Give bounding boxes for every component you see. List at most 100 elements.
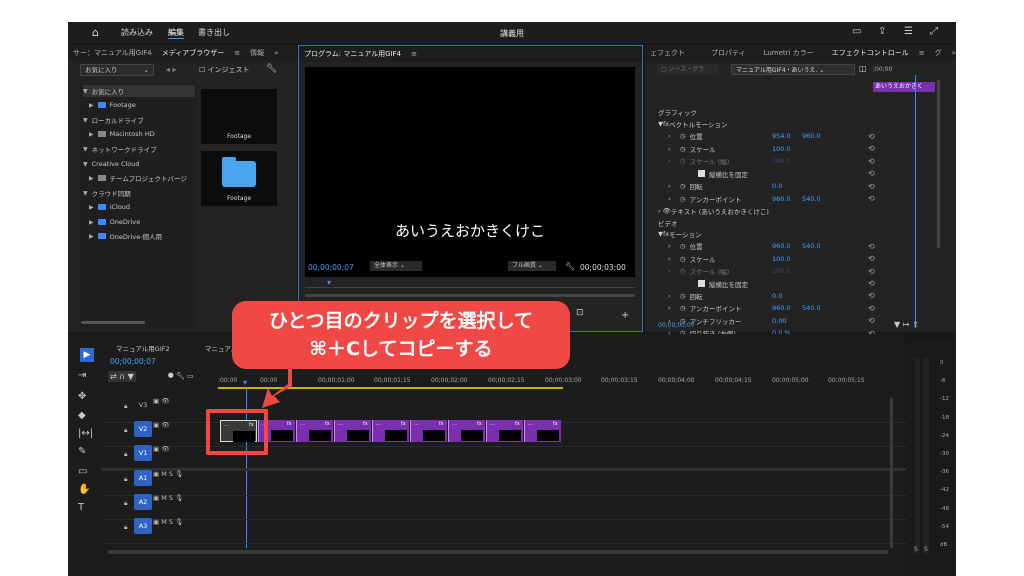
panel-toggle-icon[interactable]: ◫: [859, 64, 867, 73]
lock-icon[interactable]: 🔒︎: [124, 426, 127, 435]
prop-row[interactable]: 縦横比を固定 ⟲: [668, 168, 948, 180]
solo-right[interactable]: S: [924, 546, 928, 553]
tab-media-browser[interactable]: メディアブラウザー: [157, 48, 230, 58]
tree-item-macintosh[interactable]: ▶ Macintosh HD: [89, 128, 155, 140]
tree-item-icloud[interactable]: ▶ iCloud: [89, 201, 130, 213]
wrench-icon[interactable]: 🔧︎: [266, 64, 277, 74]
track-label-v2[interactable]: V2: [134, 421, 152, 437]
mic-icon[interactable]: 🎙︎: [175, 518, 183, 526]
reset-icon[interactable]: ⟲: [868, 304, 875, 313]
tree-item-local[interactable]: ▼ ローカルドライブ: [83, 114, 144, 126]
settings-icon[interactable]: ☰: [904, 26, 913, 37]
effect-text-layer[interactable]: › 👁︎ テキスト (あいうえおかきくけこ): [658, 205, 769, 216]
stopwatch-icon[interactable]: ◷: [680, 267, 686, 275]
selection-tool-icon[interactable]: ▶: [80, 348, 94, 362]
track-row-a2[interactable]: [102, 496, 952, 520]
stopwatch-icon[interactable]: ◷: [680, 132, 686, 140]
reset-icon[interactable]: ⟲: [868, 267, 875, 276]
source-selector[interactable]: ▢ ソース・グラ.: [657, 64, 719, 75]
prop-row[interactable]: › ◷ スケール 100.0 ⟲: [668, 143, 948, 155]
type-tool-icon[interactable]: T: [78, 502, 84, 513]
tree-item-favorites[interactable]: ▼ お気に入り: [83, 85, 195, 97]
tree-scrollbar[interactable]: [81, 321, 145, 324]
lock-icon[interactable]: 🔒︎: [124, 475, 127, 484]
reset-icon[interactable]: ⟲: [868, 316, 875, 325]
lock-icon[interactable]: 🔒︎: [124, 402, 127, 411]
back-arrow-icon[interactable]: ◂ ▸: [166, 65, 177, 74]
tab-lumetri[interactable]: Lumetri カラー: [759, 48, 819, 58]
stopwatch-icon[interactable]: ◷: [680, 182, 686, 190]
stopwatch-icon[interactable]: ◷: [680, 255, 686, 263]
reset-icon[interactable]: ⟲: [868, 144, 875, 153]
tab-project[interactable]: サー：マニュアル用GIF4: [68, 48, 157, 58]
panel-icon[interactable]: ▭: [852, 26, 861, 37]
tree-item-footage[interactable]: ▶ Footage: [89, 99, 136, 111]
tab-menu-icon[interactable]: ≡: [406, 50, 422, 58]
tab-info[interactable]: 情報: [245, 48, 269, 58]
prop-row[interactable]: › ◷ 位置 954.0 960.0 ⟲: [668, 130, 948, 142]
reset-icon[interactable]: ⟲: [868, 169, 875, 178]
effect-motion[interactable]: ▼ fx モーション: [658, 228, 702, 239]
clip[interactable]: … fx: [296, 420, 333, 442]
favorites-dropdown[interactable]: お気に入り ⌄: [80, 64, 154, 76]
mic-icon[interactable]: 🎙︎: [175, 470, 183, 478]
tab-effects[interactable]: ェフェクト: [645, 48, 690, 58]
audio-track-controls[interactable]: ▣ M S 🎙︎: [153, 470, 183, 478]
wrench-icon[interactable]: 🔧︎: [565, 262, 575, 271]
prop-row[interactable]: › ◷ スケール (幅) 100.0 ⟲: [668, 265, 948, 277]
prop-row[interactable]: › ◷ スケール (幅) 100.0 ⟲: [668, 155, 948, 167]
track-row-a3[interactable]: [102, 520, 952, 544]
track-label-v1[interactable]: V1: [134, 445, 152, 461]
tab-properties[interactable]: プロパティ: [706, 48, 751, 58]
effect-vector-motion[interactable]: ▼ fx ベクトルモーション: [658, 118, 728, 129]
eye-icon[interactable]: ▣ 👁︎: [153, 421, 169, 429]
stopwatch-icon[interactable]: ◷: [680, 145, 686, 153]
prop-row[interactable]: › ◷ 位置 960.0 540.0 ⟲: [668, 240, 948, 252]
eye-icon[interactable]: ▣ 👁︎: [153, 445, 169, 453]
quality-dropdown[interactable]: フル画質 ⌄: [508, 261, 556, 271]
tab-program[interactable]: プログラム: マニュアル用GIF4: [299, 49, 406, 59]
filter-icon[interactable]: ▼ ↦ ⇪: [894, 320, 919, 329]
checkbox-icon[interactable]: [698, 170, 705, 177]
lock-icon[interactable]: 🔒︎: [124, 450, 127, 459]
tab-effect-controls[interactable]: エフェクトコントロール: [827, 48, 914, 58]
tree-item-onedrive[interactable]: ▶ OneDrive: [89, 216, 140, 228]
program-video-frame[interactable]: [305, 67, 635, 277]
prop-row[interactable]: › ◷ アンカーポイント 960.0 540.0 ⟲: [668, 193, 948, 205]
stopwatch-icon[interactable]: ◷: [680, 242, 686, 250]
solo-button[interactable]: S: [169, 470, 173, 478]
clip[interactable]: … fx: [372, 420, 409, 442]
ripple-edit-icon[interactable]: ✥: [78, 391, 86, 402]
solo-button[interactable]: S: [169, 518, 173, 526]
share-icon[interactable]: ⇪: [878, 26, 886, 37]
marker-icon[interactable]: ⯃ 🔧︎ ▭: [168, 372, 194, 381]
ingest-checkbox[interactable]: ☐ インジェスト: [199, 65, 250, 75]
tab-graphics[interactable]: グ: [930, 48, 947, 58]
checkbox-icon[interactable]: [698, 280, 705, 287]
rectangle-icon[interactable]: ▭: [78, 466, 87, 477]
track-label-a2[interactable]: A2: [134, 494, 152, 510]
solo-left[interactable]: S: [914, 546, 918, 553]
thumb-footage-1[interactable]: Footage: [201, 89, 277, 144]
export-frame-icon[interactable]: ⊡: [576, 308, 584, 318]
track-label-a1[interactable]: A1: [134, 470, 152, 486]
razor-icon[interactable]: ◆: [78, 410, 86, 421]
prop-row[interactable]: › ◷ スケール 100.0 ⟲: [668, 253, 948, 265]
track-label-v3[interactable]: V3: [134, 397, 152, 413]
clip[interactable]: … fx: [448, 420, 485, 442]
mic-icon[interactable]: 🎙︎: [175, 494, 183, 502]
track-row-a1[interactable]: [102, 472, 952, 496]
reset-icon[interactable]: ⟲: [868, 194, 875, 203]
tab-overflow-icon[interactable]: »: [269, 49, 283, 57]
program-scrollbar[interactable]: [305, 294, 635, 297]
eye-icon[interactable]: ▣ 👁︎: [153, 397, 169, 405]
thumb-footage-2[interactable]: Footage: [201, 151, 277, 206]
tab-sequence-gif2[interactable]: マニュアル用GIF2: [116, 343, 170, 353]
clip[interactable]: … fx: [524, 420, 561, 442]
clip-selector[interactable]: マニュアル用GIF4・あいうえ. ⌄: [731, 64, 855, 75]
tree-item-cloud-sync[interactable]: ▼ クラウド同期: [83, 187, 131, 199]
audio-track-controls[interactable]: ▣ M S 🎙︎: [153, 494, 183, 502]
tree-item-team-project[interactable]: ▶ チームプロジェクトバージ: [89, 172, 187, 184]
playhead-icon[interactable]: ▾: [243, 378, 247, 387]
tree-item-onedrive-personal[interactable]: ▶ OneDrive-個人用: [89, 230, 162, 242]
